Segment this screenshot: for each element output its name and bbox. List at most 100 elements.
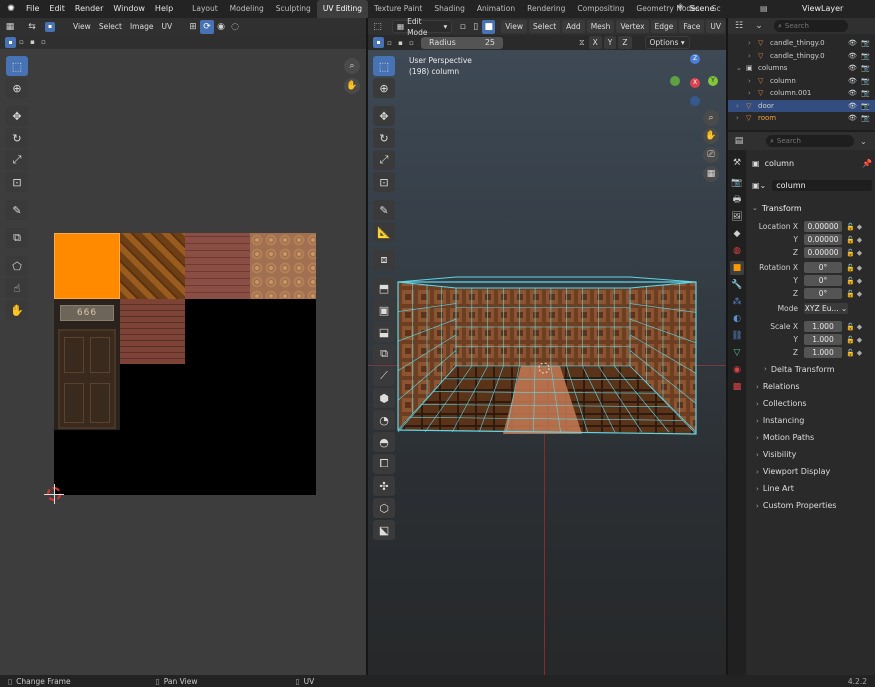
outliner-row[interactable]: ⌄ ▣ columns 👁 📷: [728, 62, 875, 75]
menu-render[interactable]: Render: [70, 0, 108, 18]
view-layer-tab-icon[interactable]: 🖼: [730, 210, 744, 224]
visibility-eye-icon[interactable]: 👁: [848, 100, 857, 113]
panel-header[interactable]: › Instancing: [746, 412, 875, 429]
annotate-icon[interactable]: ✎: [6, 200, 28, 220]
output-tab-icon[interactable]: 🖶: [730, 193, 744, 207]
pan-hand-icon[interactable]: ✋: [344, 78, 360, 94]
rotation-z-field[interactable]: 0°: [804, 288, 842, 299]
panel-header[interactable]: › Custom Properties: [746, 497, 875, 514]
render-camera-icon[interactable]: 📷: [861, 50, 870, 63]
tab-layout[interactable]: Layout: [186, 0, 224, 18]
outliner-search[interactable]: ⌕: [774, 20, 848, 32]
tool-tab-icon[interactable]: ⚒: [730, 156, 744, 170]
zoom-icon[interactable]: ⌕: [344, 58, 360, 74]
expand-arrow-icon[interactable]: ›: [748, 37, 751, 50]
material-tab-icon[interactable]: ◉: [730, 363, 744, 377]
visibility-eye-icon[interactable]: 👁: [848, 75, 857, 88]
render-camera-icon[interactable]: 📷: [861, 62, 870, 75]
physics-tab-icon[interactable]: ◐: [730, 312, 744, 326]
properties-search-input[interactable]: [776, 137, 847, 145]
uv-selected-face[interactable]: [54, 233, 120, 299]
select-mode-island-icon[interactable]: ▫: [38, 37, 49, 48]
uv-sync-icon[interactable]: ⇆: [25, 20, 39, 34]
outliner-row[interactable]: › ▽ room 👁 📷: [728, 112, 875, 125]
panel-header[interactable]: › Motion Paths: [746, 429, 875, 446]
menu-file[interactable]: File: [21, 0, 44, 18]
lock-icon[interactable]: 🔓: [846, 223, 855, 231]
select-mode-edge-icon[interactable]: ▫: [16, 37, 27, 48]
select-mode-face-icon[interactable]: ▪: [27, 37, 38, 48]
lock-icon[interactable]: 🔓: [846, 249, 855, 257]
editor-type-icon[interactable]: ▦: [3, 20, 17, 34]
keyframe-dot-icon[interactable]: ◆: [857, 277, 862, 285]
expand-arrow-icon[interactable]: ›: [736, 100, 739, 113]
outliner-row[interactable]: › ▽ candle_thingy.0 👁 📷: [728, 37, 875, 50]
tab-sculpting[interactable]: Sculpting: [270, 0, 317, 18]
render-tab-icon[interactable]: 📷: [730, 176, 744, 190]
rotation-x-field[interactable]: 0°: [804, 262, 842, 273]
scale-z-field[interactable]: 1.000: [804, 347, 842, 358]
keyframe-dot-icon[interactable]: ◆: [857, 223, 862, 231]
uv-vertex-select-icon[interactable]: ▪: [45, 21, 55, 32]
visibility-eye-icon[interactable]: 👁: [848, 87, 857, 100]
uv-menu-uv[interactable]: UV: [157, 20, 176, 33]
panel-header[interactable]: › Line Art: [746, 480, 875, 497]
uv-menu-view[interactable]: View: [69, 20, 95, 33]
view-layer-name[interactable]: ViewLayer: [802, 0, 843, 18]
scene-view-icon[interactable]: ▤: [760, 0, 768, 18]
expand-arrow-icon[interactable]: ⌄: [736, 62, 742, 75]
scale-y-field[interactable]: 1.000: [804, 334, 842, 345]
uv-pivot-icon[interactable]: ◉: [214, 20, 228, 34]
visibility-eye-icon[interactable]: 👁: [848, 37, 857, 50]
proportional-edit-icon[interactable]: ◌: [228, 20, 242, 34]
room-mesh[interactable]: [368, 18, 726, 675]
lock-icon[interactable]: 🔓: [846, 236, 855, 244]
uv-menu-image[interactable]: Image: [126, 20, 158, 33]
expand-arrow-icon[interactable]: ›: [748, 50, 751, 63]
data-tab-icon[interactable]: ▽: [730, 346, 744, 360]
rip-icon[interactable]: ⧉: [6, 228, 28, 248]
location-y-field[interactable]: 0.00000: [804, 234, 842, 245]
panel-header[interactable]: › Collections: [746, 395, 875, 412]
outliner-search-input[interactable]: [784, 22, 845, 30]
object-tab-icon[interactable]: ■: [730, 261, 744, 275]
cursor-icon[interactable]: ⊕: [6, 78, 28, 98]
keyframe-dot-icon[interactable]: ◆: [857, 290, 862, 298]
menu-help[interactable]: Help: [150, 0, 178, 18]
outliner-row[interactable]: › ▽ door 👁 📷: [728, 99, 875, 113]
tab-compositing[interactable]: Compositing: [571, 0, 630, 18]
constraints-tab-icon[interactable]: ⛓: [730, 329, 744, 343]
menu-edit[interactable]: Edit: [44, 0, 70, 18]
scale-icon[interactable]: ⤢: [6, 150, 28, 170]
transform-icon[interactable]: ⊡: [6, 172, 28, 192]
data-name-field[interactable]: column: [772, 179, 872, 191]
panel-header[interactable]: › Viewport Display: [746, 463, 875, 480]
visibility-eye-icon[interactable]: 👁: [848, 112, 857, 125]
scale-x-field[interactable]: 1.000: [804, 321, 842, 332]
3d-viewport[interactable]: ⬚ ▦ Edit Mode ▾ ▫ ▯ ■ View Select Add Mesh…: [368, 18, 726, 675]
properties-options-icon[interactable]: ⌄: [860, 137, 867, 146]
outliner-row[interactable]: › ▽ candle_thingy.0 👁 📷: [728, 50, 875, 63]
render-camera-icon[interactable]: 📷: [861, 75, 870, 88]
menu-window[interactable]: Window: [108, 0, 150, 18]
particles-tab-icon[interactable]: ⁂: [730, 295, 744, 309]
relax-icon[interactable]: ☝: [6, 278, 28, 298]
move-icon[interactable]: ✥: [6, 106, 28, 126]
world-tab-icon[interactable]: ◍: [730, 244, 744, 258]
texture-tab-icon[interactable]: ▩: [730, 380, 744, 394]
data-block-icon[interactable]: ▣⌄: [752, 181, 766, 190]
outliner-row[interactable]: › ▽ column.001 👁 📷: [728, 87, 875, 100]
keyframe-dot-icon[interactable]: ◆: [857, 349, 862, 357]
scene-tab-icon[interactable]: ◆: [730, 227, 744, 241]
expand-arrow-icon[interactable]: ›: [748, 75, 751, 88]
uv-image[interactable]: 666: [54, 233, 316, 495]
uv-snap-icon[interactable]: ⊞: [186, 20, 200, 34]
rotation-y-field[interactable]: 0°: [804, 275, 842, 286]
expand-arrow-icon[interactable]: ›: [748, 87, 751, 100]
location-x-field[interactable]: 0.00000: [804, 221, 842, 232]
uv-menu-select[interactable]: Select: [95, 20, 126, 33]
visibility-eye-icon[interactable]: 👁: [848, 62, 857, 75]
visibility-eye-icon[interactable]: 👁: [848, 50, 857, 63]
keyframe-dot-icon[interactable]: ◆: [857, 236, 862, 244]
location-z-field[interactable]: 0.00000: [804, 247, 842, 258]
